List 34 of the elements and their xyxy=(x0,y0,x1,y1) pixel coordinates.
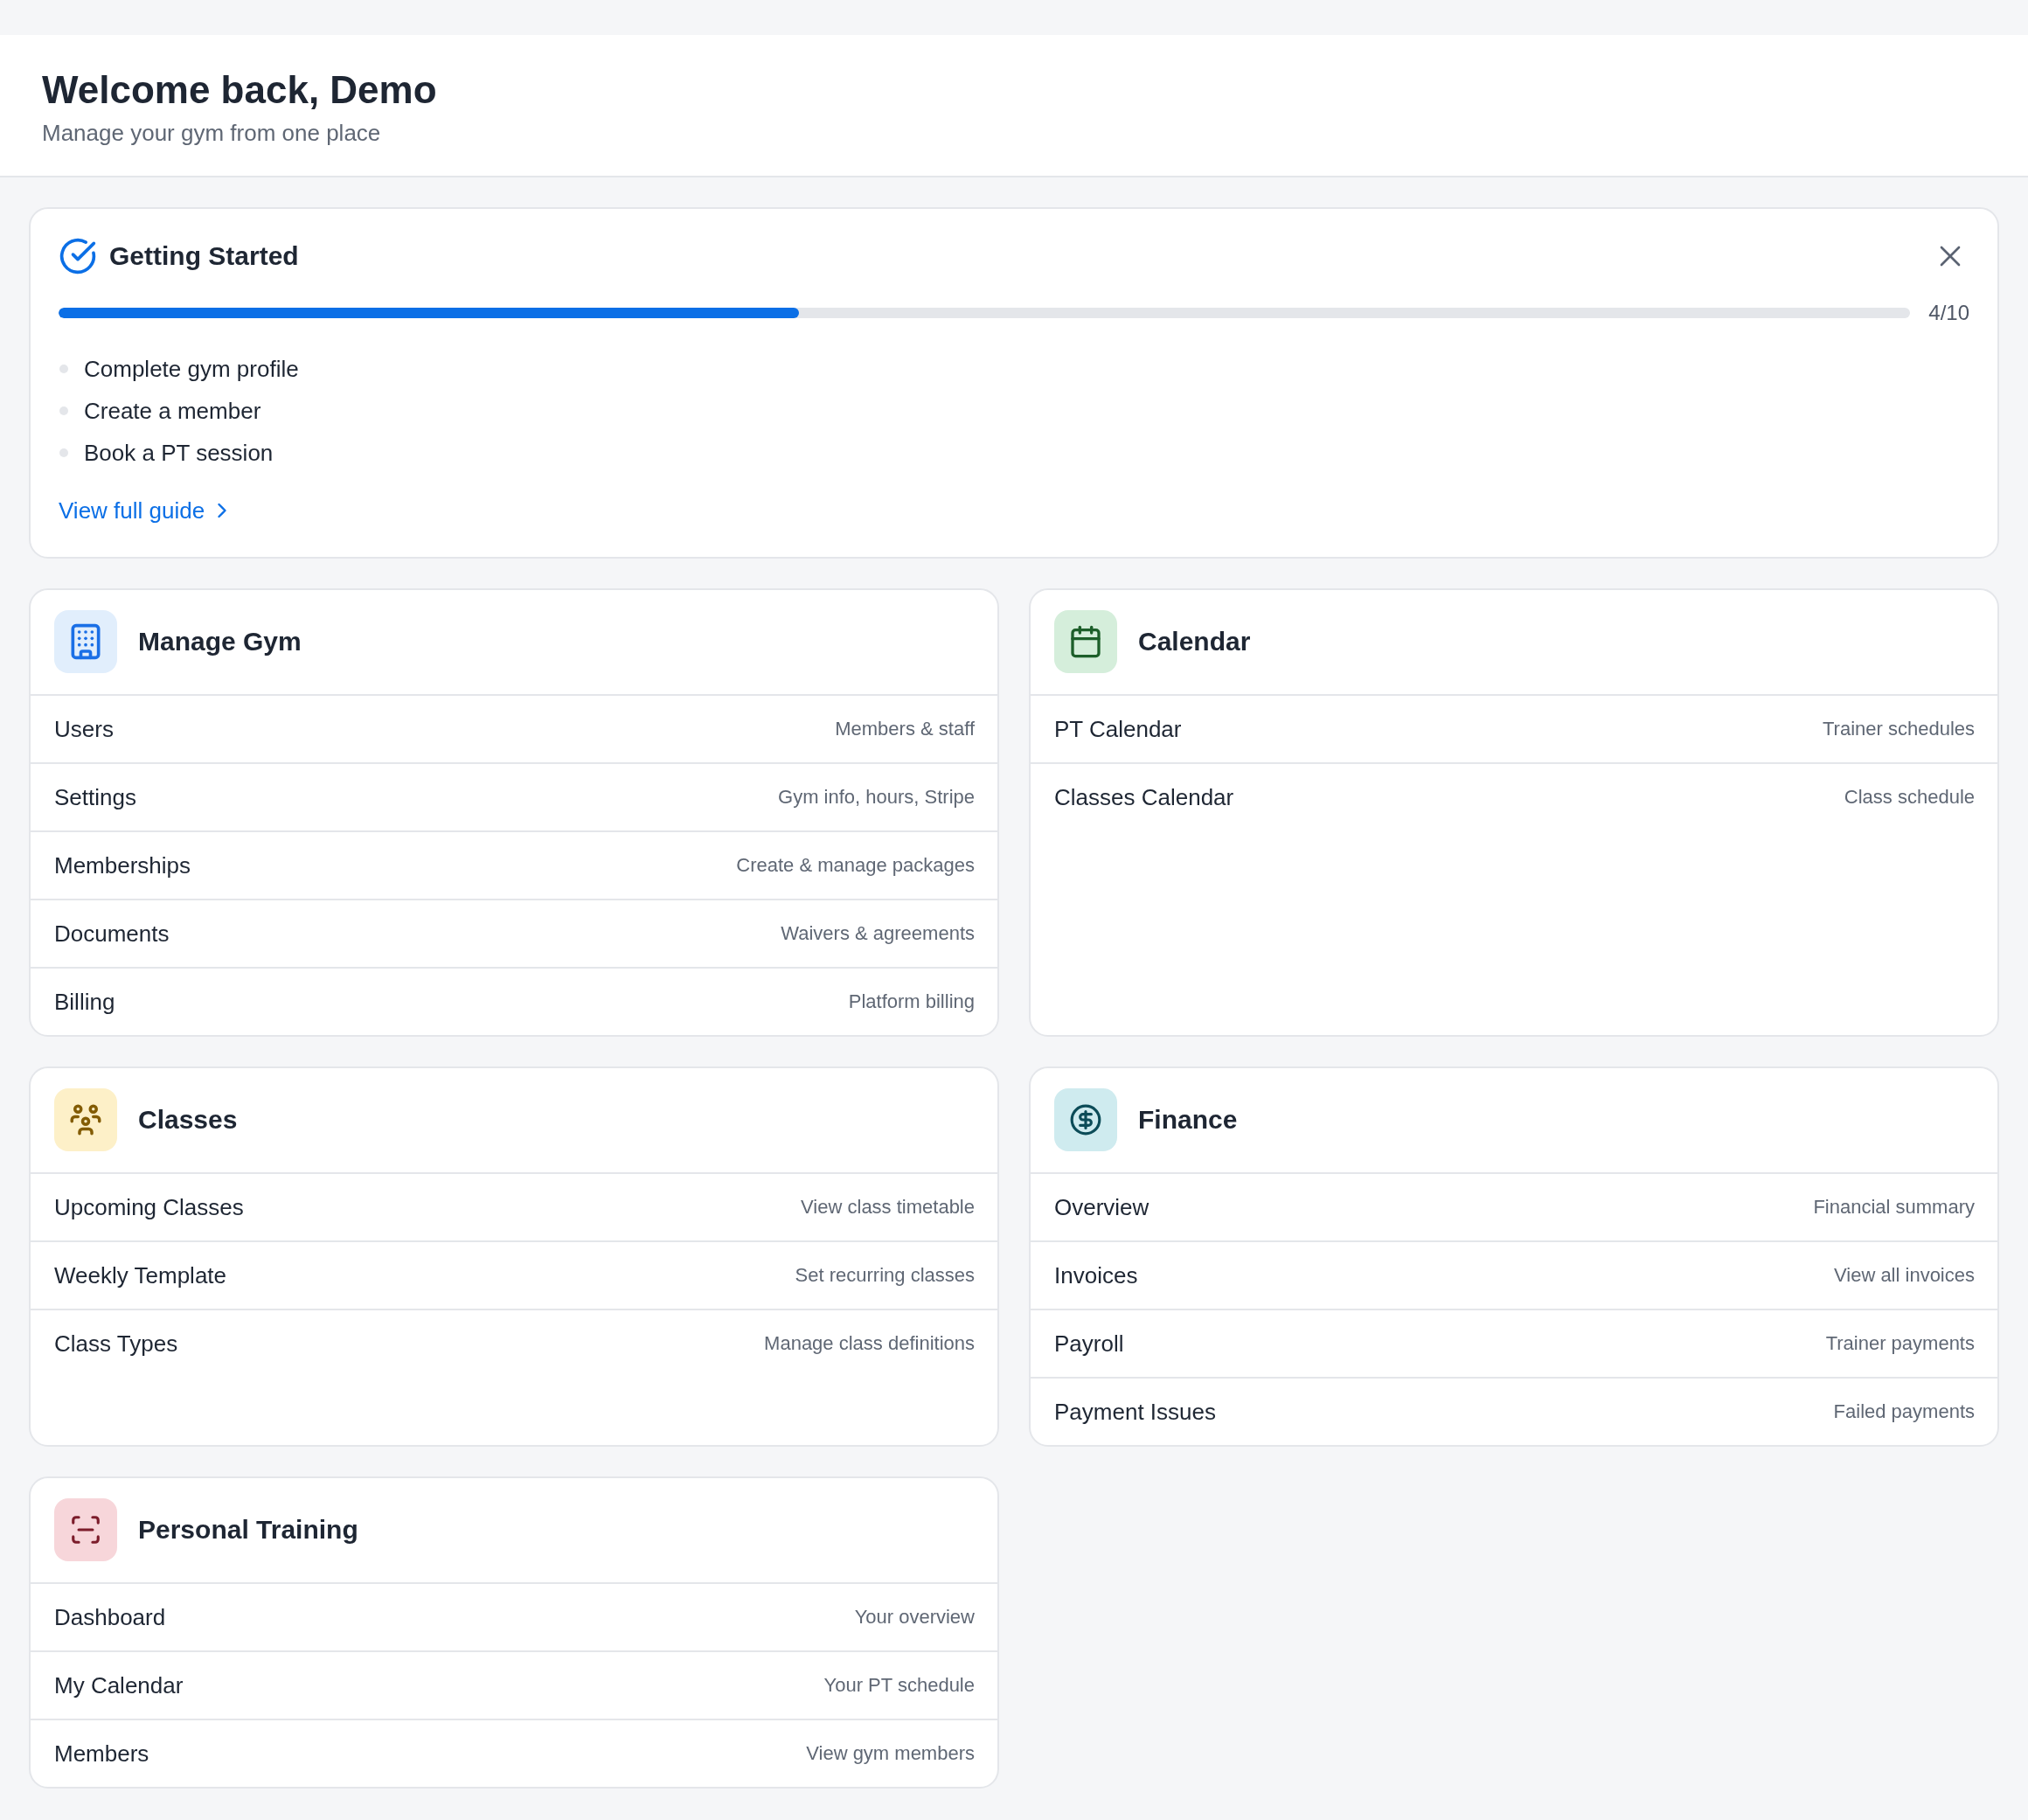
menu-link[interactable]: Settings Gym info, hours, Stripe xyxy=(31,762,997,830)
progress-count: 4/10 xyxy=(1928,301,1969,325)
menu-link[interactable]: Payment Issues Failed payments xyxy=(1031,1377,1997,1445)
card-title: Getting Started xyxy=(109,240,299,272)
menu-link[interactable]: Class Types Manage class definitions xyxy=(31,1309,997,1377)
section-title: Calendar xyxy=(1138,626,1251,657)
bullet-icon xyxy=(59,448,68,457)
menu-link[interactable]: Invoices View all invoices xyxy=(1031,1240,1997,1309)
section-title: Finance xyxy=(1138,1104,1238,1136)
guide-link[interactable]: View full guide xyxy=(59,495,235,526)
menu-link[interactable]: Upcoming Classes View class timetable xyxy=(31,1172,997,1240)
menu-link[interactable]: Overview Financial summary xyxy=(1031,1172,1997,1240)
menu-link[interactable]: Classes Calendar Class schedule xyxy=(1031,762,1997,830)
menu-link[interactable]: Dashboard Your overview xyxy=(31,1582,997,1650)
menu-link[interactable]: Memberships Create & manage packages xyxy=(31,830,997,899)
menu-link[interactable]: Members View gym members xyxy=(31,1719,997,1787)
menu-link[interactable]: Users Members & staff xyxy=(31,694,997,762)
menu-link[interactable]: Weekly Template Set recurring classes xyxy=(31,1240,997,1309)
task-item: Create a member xyxy=(84,397,261,426)
menu-link[interactable]: PT Calendar Trainer schedules xyxy=(1031,694,1997,762)
bullet-icon xyxy=(59,406,68,415)
menu-link[interactable]: Documents Waivers & agreements xyxy=(31,899,997,967)
page-title: Welcome back, Demo xyxy=(42,67,437,113)
menu-link[interactable]: Payroll Trainer payments xyxy=(1031,1309,1997,1377)
page-subtitle: Manage your gym from one place xyxy=(42,119,381,148)
menu-link[interactable]: My Calendar Your PT schedule xyxy=(31,1650,997,1719)
task-item: Book a PT session xyxy=(84,439,274,468)
section-title: Classes xyxy=(138,1104,238,1136)
section-title: Personal Training xyxy=(138,1514,358,1546)
section-title: Manage Gym xyxy=(138,626,302,657)
bullet-icon xyxy=(59,365,68,373)
task-item: Complete gym profile xyxy=(84,355,299,384)
check-circle-icon xyxy=(59,237,97,275)
menu-link[interactable]: Billing Platform billing xyxy=(31,967,997,1035)
